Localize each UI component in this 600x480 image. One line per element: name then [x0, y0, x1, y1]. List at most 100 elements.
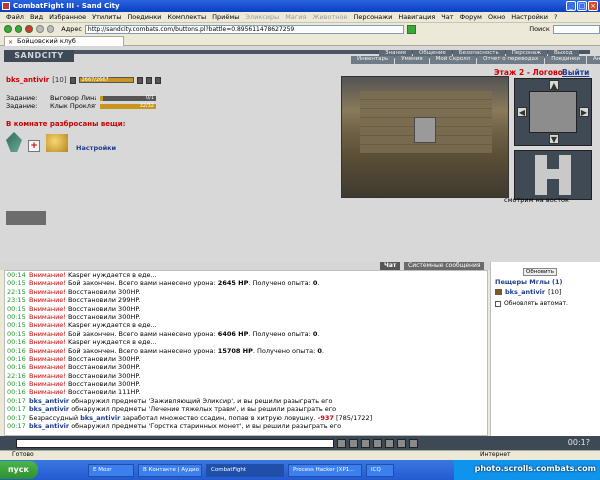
filter-icon[interactable] [385, 438, 394, 448]
nav-my-scroll[interactable]: Мой Скролл [429, 56, 477, 64]
pickup-plus-icon[interactable]: + [28, 140, 40, 152]
hero-name[interactable]: bks_antivir [6, 76, 49, 84]
user-list-item[interactable]: bks_antivir [10] [495, 288, 561, 296]
dungeon-door[interactable] [414, 117, 436, 143]
start-button[interactable]: пуск [0, 461, 38, 479]
sandcity-logo: SANDCITY [4, 50, 74, 62]
turn-right-icon[interactable]: ▶ [579, 107, 589, 117]
menu-item-settings[interactable]: Настройки [511, 13, 548, 21]
back-icon[interactable] [4, 25, 12, 33]
info-icon[interactable] [69, 76, 76, 84]
chat-time[interactable]: 23:15 [7, 296, 29, 304]
close-button[interactable]: × [588, 1, 598, 11]
chat-time[interactable]: 00:17 [7, 405, 29, 413]
chat-time[interactable]: 22:16 [7, 372, 29, 380]
effect-icon-1[interactable] [136, 76, 143, 84]
search-input[interactable] [552, 24, 600, 34]
chat-time[interactable]: 00:17 [7, 397, 29, 405]
taskbar-item[interactable]: Е Мозг [88, 463, 134, 477]
address-input[interactable]: http://sandcity.combats.com/buttons.pl?b… [84, 24, 404, 34]
chat-nick[interactable]: bks_antivir [29, 422, 69, 430]
effect-icon-3[interactable] [154, 76, 161, 84]
taskbar-item[interactable]: В Контакте | Аудио ... [138, 463, 202, 477]
tab-combat-club[interactable]: × Бойцовский клуб [4, 36, 124, 46]
move-forward-icon[interactable]: ▲ [549, 80, 559, 90]
rating-badge [6, 211, 46, 225]
menu-item-duels[interactable]: Поединки [127, 13, 161, 21]
sound-icon[interactable] [409, 438, 418, 448]
chat-time[interactable]: 00:15 [7, 313, 29, 321]
chat-warning: Внимание! [29, 287, 66, 296]
smiley-icon[interactable] [361, 438, 370, 448]
chat-log[interactable]: 00:14 Внимание! Kasper нуждается в еде...… [4, 270, 488, 436]
chat-nick[interactable]: bks_antivir [80, 414, 120, 422]
settings-link[interactable]: Настройки [76, 144, 116, 152]
refresh-button[interactable]: Обновить [523, 268, 557, 276]
menu-item-help[interactable]: ? [554, 13, 557, 21]
chat-time[interactable]: 00:16 [7, 355, 29, 363]
menu-item-forum[interactable]: Форум [460, 13, 482, 21]
chat-time[interactable]: 00:16 [7, 338, 29, 346]
minimize-button[interactable]: _ [566, 1, 576, 11]
chat-nick[interactable]: bks_antivir [29, 405, 69, 413]
chat-time[interactable]: 00:16 [7, 388, 29, 396]
nav-transfer-report[interactable]: Отчет о переводах [477, 56, 545, 64]
scroll-icon[interactable] [397, 438, 406, 448]
chat-bold-value: 15708 HP [217, 346, 253, 355]
menu-item-file[interactable]: Файл [6, 13, 24, 21]
exit-link[interactable]: Выйти [562, 68, 589, 77]
taskbar-item[interactable]: Process Hacker [XP1... [288, 463, 362, 477]
chat-time[interactable]: 00:16 [7, 380, 29, 388]
move-back-icon[interactable]: ▼ [549, 134, 559, 144]
chat-time[interactable]: 00:15 [7, 305, 29, 313]
nav-skills[interactable]: Умения [395, 56, 429, 64]
nav-profile[interactable]: Анкета [587, 56, 600, 64]
chat-nick[interactable]: bks_antivir [29, 397, 69, 405]
menu-item-view[interactable]: Вид [30, 13, 43, 21]
taskbar-item[interactable]: ICQ [366, 463, 394, 477]
quest-name: Выговор Линаю [50, 94, 96, 102]
refresh-icon[interactable] [35, 25, 44, 33]
maximize-button[interactable]: □ [577, 1, 587, 11]
tab-system-messages[interactable]: Системные сообщения [404, 262, 485, 270]
menu-item-characters[interactable]: Персонажи [353, 13, 392, 21]
chat-time[interactable]: 00:15 [7, 321, 29, 329]
home-icon[interactable] [46, 25, 55, 33]
stop-icon[interactable] [25, 25, 33, 33]
chat-text: . Получено опыта: [248, 329, 313, 338]
clear-icon[interactable] [349, 438, 358, 448]
taskbar-item-active[interactable]: CombatFight [206, 463, 284, 477]
menu-item-techniques[interactable]: Приёмы [212, 13, 239, 21]
chat-time[interactable]: 00:15 [7, 330, 29, 338]
go-button[interactable] [406, 24, 417, 34]
menu-item-sets[interactable]: Комплекты [167, 13, 206, 21]
chat-time[interactable]: 00:16 [7, 363, 29, 371]
dungeon-viewport[interactable] [341, 76, 509, 198]
forward-icon[interactable] [14, 25, 23, 33]
chat-time[interactable]: 00:17 [7, 414, 29, 422]
chat-time[interactable]: 00:15 [7, 279, 29, 287]
chat-time[interactable]: 00:14 [7, 271, 29, 279]
turn-left-icon[interactable]: ◀ [517, 107, 527, 117]
amulet-icon[interactable] [6, 132, 22, 152]
menu-item-utilities[interactable]: Утилиты [92, 13, 121, 21]
menu-item-navigation[interactable]: Навигация [398, 13, 435, 21]
auto-refresh-checkbox[interactable] [495, 300, 501, 307]
send-icon[interactable] [337, 438, 346, 448]
nav-duels[interactable]: Поединки [545, 56, 586, 64]
nav-inventory[interactable]: Инвентарь [351, 56, 395, 64]
chat-time[interactable]: 00:17 [7, 422, 29, 430]
effect-icon-2[interactable] [145, 76, 152, 84]
chat-text: . [317, 329, 320, 338]
menu-item-window[interactable]: Окно [488, 13, 505, 21]
chat-time[interactable]: 00:16 [7, 347, 29, 355]
gold-coins-icon[interactable] [46, 134, 68, 152]
chat-input[interactable] [16, 438, 334, 448]
chat-time[interactable]: 22:15 [7, 288, 29, 296]
menu-item-chat[interactable]: Чат [441, 13, 453, 21]
tab-chat[interactable]: Чат [380, 262, 401, 270]
menu-item-favorites[interactable]: Избранное [49, 13, 86, 21]
chat-text: Kasper нуждается в еде... [65, 338, 157, 347]
translit-icon[interactable] [373, 438, 382, 448]
user-name[interactable]: bks_antivir [505, 288, 545, 296]
